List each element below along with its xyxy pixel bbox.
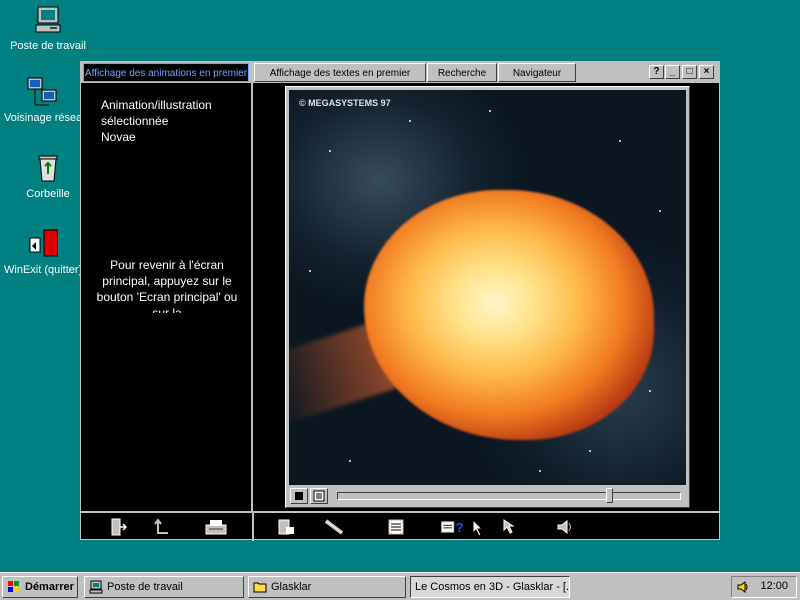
computer-icon — [32, 4, 64, 36]
progress-slider[interactable] — [337, 488, 681, 503]
exit-button[interactable] — [105, 517, 131, 537]
windows-logo-icon — [8, 581, 19, 592]
taskbar-button-label: Poste de travail — [107, 581, 183, 593]
computer-icon — [89, 580, 103, 594]
maximize-button[interactable]: □ — [682, 65, 697, 79]
selection-name: Novae — [101, 130, 136, 144]
player-controls — [289, 487, 686, 505]
taskbar-button-cosmos[interactable]: Le Cosmos en 3D - Glasklar - [... — [410, 576, 570, 598]
desktop-icon-label: Corbeille — [26, 188, 70, 200]
recycle-bin-icon — [32, 152, 64, 184]
selection-line-2: sélectionnée — [101, 114, 169, 128]
text-toggle-button[interactable] — [310, 488, 328, 504]
taskbar-button-glasklar[interactable]: Glasklar — [248, 576, 406, 598]
info-pane: Animation/illustration sélectionnée Nova… — [81, 83, 253, 511]
taskbar-button-label: Le Cosmos en 3D - Glasklar - [... — [415, 581, 570, 593]
text-button[interactable] — [383, 517, 409, 537]
nova-image: © MEGASYSTEMS 97 — [289, 90, 686, 485]
sound-icon — [557, 519, 571, 535]
taskbar: Démarrer Poste de travail Glasklar Le Co… — [0, 572, 800, 600]
desktop-icon-my-computer[interactable]: Poste de travail — [10, 4, 86, 52]
telescope-button[interactable] — [321, 517, 347, 537]
help-text-button[interactable]: ? — [439, 517, 465, 537]
desktop-icon-winexit[interactable]: WinExit (quitter) — [4, 228, 80, 276]
help-text: Pour revenir à l'écran principal, appuye… — [96, 258, 238, 313]
tab-texts-first[interactable]: Affichage des textes en premier — [254, 63, 426, 82]
cosmos-app-window: Affichage des animations en premier Affi… — [80, 61, 720, 541]
desktop-icon-recycle-bin[interactable]: Corbeille — [10, 152, 86, 200]
stop-icon — [295, 492, 303, 500]
notebook-button[interactable] — [273, 517, 299, 537]
help-icon: ? — [441, 520, 463, 535]
selection-info: Animation/illustration sélectionnée Nova… — [101, 97, 212, 145]
desktop-icon-label: Poste de travail — [10, 40, 86, 52]
tab-animations-first[interactable]: Affichage des animations en premier — [83, 63, 249, 82]
pointer-icon — [503, 519, 515, 534]
pointer-button[interactable] — [497, 517, 523, 537]
animation-frame: © MEGASYSTEMS 97 — [285, 86, 690, 508]
nova-burst — [364, 190, 654, 440]
start-button[interactable]: Démarrer — [2, 576, 78, 598]
print-button[interactable] — [203, 517, 229, 537]
tab-search[interactable]: Recherche — [427, 63, 497, 82]
clock[interactable]: 12:00 — [760, 580, 788, 592]
taskbar-button-my-computer[interactable]: Poste de travail — [84, 576, 244, 598]
system-tray: 12:00 — [731, 576, 797, 598]
minimize-button[interactable]: _ — [665, 65, 680, 79]
desktop-icon-label: WinExit (quitter) — [4, 264, 80, 276]
close-button[interactable]: × — [699, 65, 714, 79]
watermark: © MEGASYSTEMS 97 — [299, 98, 391, 108]
help-button[interactable]: ? — [649, 65, 664, 79]
notebook-icon — [278, 519, 294, 535]
bottom-toolbar: ? — [81, 511, 719, 541]
document-icon — [313, 490, 325, 502]
animation-viewer: © MEGASYSTEMS 97 — [255, 83, 719, 511]
telescope-icon — [324, 519, 344, 535]
desktop-icon-label: Voisinage réseau — [4, 112, 80, 124]
winexit-icon — [26, 228, 59, 260]
taskbar-button-label: Glasklar — [271, 581, 312, 593]
back-icon — [154, 518, 168, 534]
network-icon — [26, 76, 58, 108]
back-button[interactable] — [149, 517, 175, 537]
volume-icon[interactable] — [736, 580, 750, 594]
sound-button[interactable] — [551, 517, 577, 537]
stop-button[interactable] — [290, 488, 308, 504]
print-icon — [205, 520, 227, 535]
svg-text:?: ? — [455, 520, 463, 535]
text-icon — [388, 519, 404, 535]
tab-navigator[interactable]: Navigateur — [498, 63, 576, 82]
folder-icon — [253, 582, 267, 593]
tab-bar: Affichage des animations en premier Affi… — [81, 62, 719, 83]
exit-icon — [111, 518, 128, 536]
start-label: Démarrer — [25, 581, 74, 593]
slider-thumb[interactable] — [606, 488, 613, 503]
desktop-icon-network[interactable]: Voisinage réseau — [4, 76, 80, 124]
mouse-cursor-icon — [472, 518, 484, 540]
selection-line-1: Animation/illustration — [101, 98, 212, 112]
